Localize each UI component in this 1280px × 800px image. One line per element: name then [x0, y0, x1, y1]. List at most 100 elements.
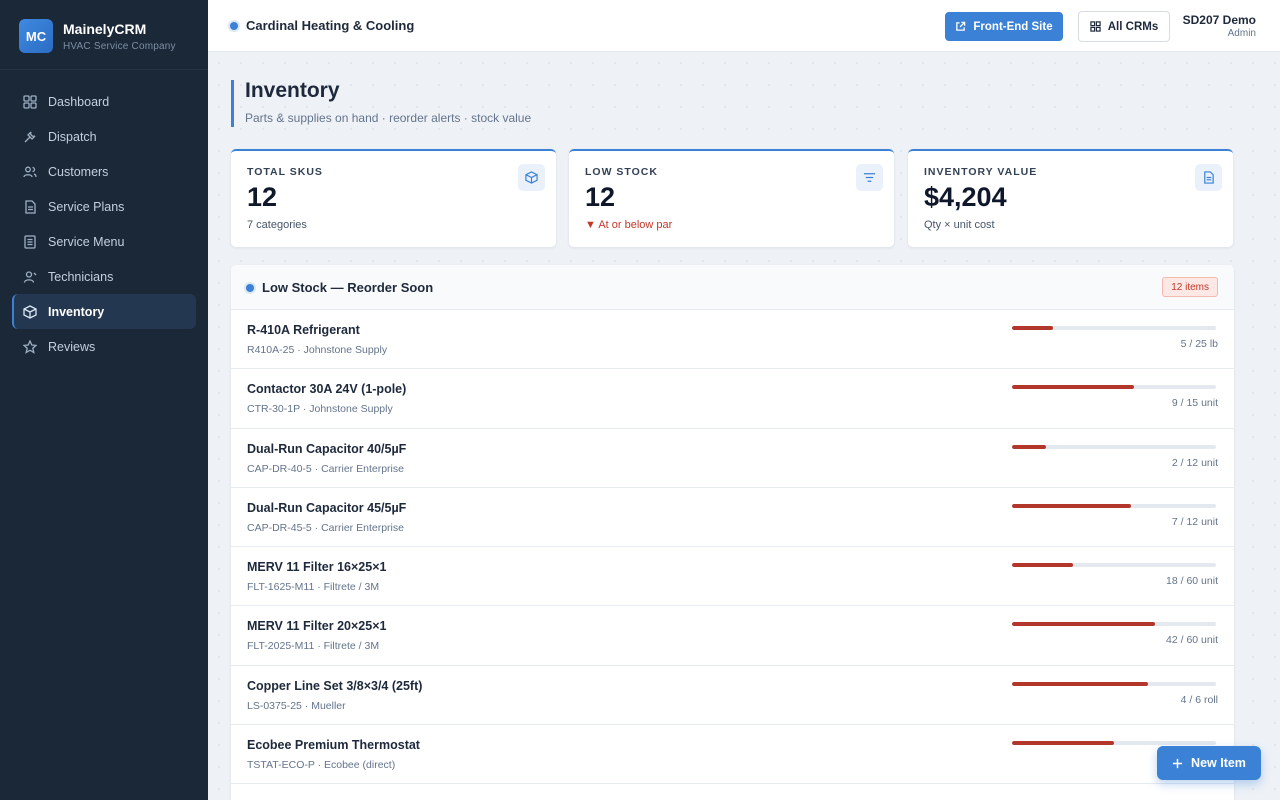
document-icon — [23, 199, 37, 214]
panel-title: Low Stock — Reorder Soon — [246, 280, 433, 295]
external-link-icon — [956, 21, 966, 31]
user-name: SD207 Demo — [1182, 13, 1256, 27]
stat-card-low-stock: LOW STOCK 12 ▼ At or below par — [569, 149, 894, 247]
sidebar-item-label: Service Menu — [48, 234, 125, 249]
stat-card-inventory-value: INVENTORY VALUE $4,204 Qty × unit cost — [908, 149, 1233, 247]
stat-value: $4,204 — [924, 182, 1007, 212]
grid-icon — [1090, 21, 1101, 32]
users-icon — [23, 165, 37, 179]
panel-header: Low Stock — Reorder Soon 12 items — [231, 265, 1234, 310]
stock-level-fill — [1012, 741, 1114, 746]
list-item[interactable]: Ecobee Premium Thermostat TSTAT-ECO-P · E… — [231, 725, 1234, 785]
item-meta: TSTAT-ECO-P · Ecobee (direct) — [247, 759, 396, 772]
list-icon — [23, 234, 37, 249]
grid-icon — [23, 94, 37, 109]
item-quantity: 4 / 6 roll — [1180, 693, 1218, 706]
user-menu[interactable]: SD207 Demo Admin — [1183, 13, 1256, 39]
sidebar-item-label: Reviews — [48, 339, 96, 354]
status-dot — [246, 283, 254, 292]
item-name: Copper Line Set 3/8×3/4 (25ft) — [247, 678, 423, 693]
list-item[interactable]: R-410A Refrigerant R410A-25 · Johnstone S… — [231, 310, 1234, 370]
item-quantity: 42 / 60 unit — [1166, 634, 1218, 647]
list-item[interactable]: Dual-Run Capacitor 45/5µF CAP-DR-45-5 · C… — [231, 488, 1234, 548]
sidebar-item-label: Dashboard — [48, 94, 110, 109]
all-crms-button[interactable]: All CRMs — [1078, 11, 1170, 42]
list-item[interactable]: Contactor 30A 24V (1-pole) CTR-30-1P · Jo… — [231, 369, 1234, 429]
sidebar-item-dispatch[interactable]: Dispatch — [12, 119, 196, 154]
item-name: Contactor 30A 24V (1-pole) — [247, 382, 407, 397]
list-item[interactable]: Copper Line Set 3/8×3/4 (25ft) LS-0375-25… — [231, 666, 1234, 726]
stat-foot: 7 categories — [247, 219, 307, 231]
item-count-badge: 12 items — [1162, 277, 1218, 297]
sidebar-nav: Dashboard Dispatch Customers Service Pla… — [0, 70, 208, 364]
stat-value: 12 — [247, 182, 278, 212]
page-title: Inventory — [245, 79, 340, 102]
user-role: Admin — [1227, 28, 1256, 39]
item-name: Dual-Run Capacitor 45/5µF — [247, 500, 407, 515]
technician-icon — [23, 270, 37, 284]
item-meta: CTR-30-1P · Johnstone Supply — [247, 403, 393, 416]
page-header: Inventory Parts & supplies on hand · reo… — [231, 79, 532, 127]
new-item-label: New Item — [1191, 756, 1246, 770]
item-quantity: 7 / 12 unit — [1171, 515, 1218, 528]
sidebar-item-inventory[interactable]: Inventory — [12, 294, 196, 329]
item-name: Dual-Run Capacitor 40/5µF — [247, 441, 407, 456]
sidebar-item-reviews[interactable]: Reviews — [12, 329, 196, 364]
stat-foot: ▼ At or below par — [585, 219, 673, 231]
stock-level-fill — [1012, 681, 1148, 686]
stock-level-bar — [1012, 681, 1216, 686]
box-icon — [23, 304, 37, 319]
item-name: Ecobee Premium Thermostat — [247, 738, 420, 753]
item-name: MERV 11 Filter 16×25×1 — [247, 560, 387, 575]
sidebar-item-label: Technicians — [48, 269, 114, 284]
list-item[interactable]: Dual-Run Capacitor 40/5µF CAP-DR-40-5 · C… — [231, 429, 1234, 488]
list-item[interactable]: MERV 11 Filter 20×25×1 FLT-2025-M11 · Fil… — [231, 606, 1234, 666]
stock-level-bar — [1012, 444, 1216, 449]
document-icon — [1195, 164, 1222, 191]
item-meta: FLT-2025-M11 · Filtrete / 3M — [247, 640, 380, 653]
box-icon — [518, 164, 545, 191]
item-quantity: 2 / 12 unit — [1171, 456, 1218, 469]
sidebar-item-service-plans[interactable]: Service Plans — [12, 189, 196, 224]
item-quantity: 18 / 60 unit — [1166, 575, 1218, 588]
stat-card-total-skus: TOTAL SKUS 12 7 categories — [231, 149, 556, 247]
sidebar-item-technicians[interactable]: Technicians — [12, 259, 196, 294]
topbar: Cardinal Heating & Cooling Front-End Sit… — [208, 0, 1280, 52]
all-crms-label: All CRMs — [1107, 20, 1159, 33]
brand-subtitle: HVAC Service Company — [63, 40, 176, 52]
front-end-site-button[interactable]: Front-End Site — [945, 12, 1063, 41]
stat-foot: Qty × unit cost — [924, 219, 995, 231]
sidebar-item-label: Customers — [48, 164, 109, 179]
item-name: R-410A Refrigerant — [247, 323, 360, 337]
sidebar-item-customers[interactable]: Customers — [12, 154, 196, 189]
stock-level-bar — [1012, 385, 1216, 390]
item-quantity: 5 / 25 lb — [1180, 338, 1218, 350]
list-item[interactable]: MERV 11 Filter 16×25×1 FLT-1625-M11 · Fil… — [231, 547, 1234, 607]
item-name: MERV 11 Filter 20×25×1 — [247, 619, 387, 634]
item-meta: R410A-25 · Johnstone Supply — [247, 344, 388, 356]
company-name: Cardinal Heating & Cooling — [230, 18, 414, 33]
page-subtitle: Parts & supplies on hand · reorder alert… — [245, 111, 532, 125]
stock-level-fill — [1012, 563, 1074, 568]
sidebar-item-label: Inventory — [48, 304, 105, 319]
main-content: Inventory Parts & supplies on hand · reo… — [208, 52, 1280, 800]
stock-level-fill — [1012, 503, 1131, 508]
stock-level-fill — [1012, 622, 1155, 627]
new-item-button[interactable]: New Item — [1157, 746, 1261, 780]
stock-level-fill — [1012, 385, 1135, 390]
sidebar-item-dashboard[interactable]: Dashboard — [12, 84, 196, 119]
stat-label: INVENTORY VALUE — [924, 166, 1038, 178]
low-stock-panel: Low Stock — Reorder Soon 12 items R-410A… — [231, 265, 1234, 800]
stat-label: LOW STOCK — [585, 166, 658, 178]
front-end-site-label: Front-End Site — [973, 20, 1053, 33]
wrench-icon — [23, 130, 37, 144]
stat-value: 12 — [585, 182, 616, 212]
stock-level-fill — [1012, 444, 1046, 449]
brand[interactable]: MC MainelyCRM HVAC Service Company — [0, 0, 208, 70]
sidebar-item-service-menu[interactable]: Service Menu — [12, 224, 196, 259]
filter-icon — [856, 164, 883, 191]
item-meta: LS-0375-25 · Mueller — [247, 699, 346, 712]
stock-level-bar — [1012, 741, 1216, 746]
item-meta: CAP-DR-40-5 · Carrier Enterprise — [247, 462, 404, 475]
sidebar-item-label: Dispatch — [48, 129, 97, 144]
